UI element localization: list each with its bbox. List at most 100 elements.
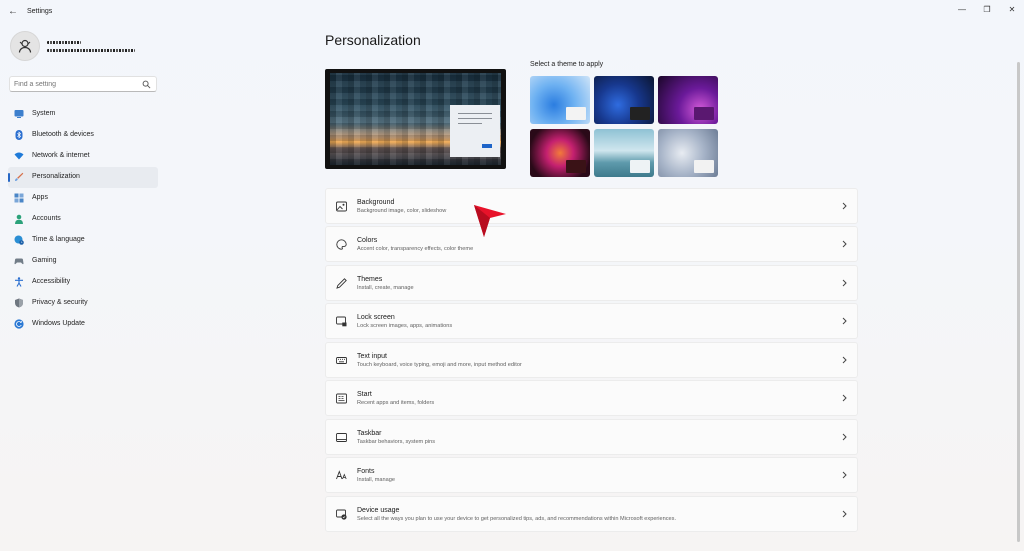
palette-icon — [336, 239, 347, 250]
setting-subtitle: Accent color, transparency effects, colo… — [357, 246, 474, 252]
sidebar-item-accessibility[interactable]: Accessibility — [8, 272, 158, 293]
chevron-right-icon — [842, 279, 847, 287]
globe-clock-icon — [14, 235, 24, 245]
sidebar-item-label: Time & language — [32, 236, 85, 243]
sidebar-item-label: Accessibility — [32, 278, 71, 285]
sidebar-item-label: Accounts — [32, 215, 61, 222]
device-usage-icon — [336, 509, 347, 520]
preview-window-mock — [450, 105, 500, 157]
setting-subtitle: Install, manage — [357, 477, 395, 483]
setting-title: Taskbar — [357, 430, 382, 437]
gamepad-icon — [14, 258, 24, 265]
start-icon — [336, 393, 347, 404]
search-input[interactable] — [14, 79, 140, 90]
apps-icon — [14, 193, 24, 203]
setting-title: Fonts — [357, 468, 375, 475]
sidebar-item-label: Apps — [32, 194, 48, 201]
sidebar-item-label: Windows Update — [32, 320, 85, 327]
sidebar-item-label: Network & internet — [32, 152, 90, 159]
theme-section-label: Select a theme to apply — [530, 61, 604, 68]
redacted-user-email — [47, 49, 135, 52]
bluetooth-icon — [15, 130, 23, 140]
theme-sunrise[interactable] — [658, 129, 718, 177]
sidebar-nav: System Bluetooth & devices Network & int… — [8, 104, 158, 335]
sidebar-item-label: Bluetooth & devices — [32, 131, 94, 138]
scrollbar[interactable] — [1017, 62, 1020, 542]
setting-text-input[interactable]: Text input Touch keyboard, voice typing,… — [325, 342, 858, 378]
setting-themes[interactable]: Themes Install, create, manage — [325, 265, 858, 301]
minimize-button[interactable]: — — [950, 3, 974, 17]
sidebar-item-network[interactable]: Network & internet — [8, 146, 158, 167]
setting-taskbar[interactable]: Taskbar Taskbar behaviors, system pins — [325, 419, 858, 455]
sidebar-item-system[interactable]: System — [8, 104, 158, 125]
person-avatar-icon — [18, 39, 32, 53]
close-button[interactable]: ✕ — [1000, 3, 1024, 17]
setting-subtitle: Install, create, manage — [357, 285, 414, 291]
chevron-right-icon — [842, 471, 847, 479]
sidebar-item-label: Gaming — [32, 257, 57, 264]
setting-subtitle: Background image, color, slideshow — [357, 208, 447, 214]
back-button[interactable]: ← — [6, 5, 20, 19]
update-icon — [14, 319, 24, 329]
red-pointer-arrow-icon — [474, 205, 506, 237]
page-title: Personalization — [325, 32, 421, 48]
sidebar-item-apps[interactable]: Apps — [8, 188, 158, 209]
setting-background[interactable]: Background Background image, color, slid… — [325, 188, 858, 224]
pen-icon — [336, 278, 347, 289]
sidebar-item-personalization[interactable]: Personalization — [8, 167, 158, 188]
setting-subtitle: Lock screen images, apps, animations — [357, 323, 453, 329]
theme-windows-dark[interactable] — [594, 76, 654, 124]
taskbar-icon — [336, 433, 347, 442]
setting-subtitle: Select all the ways you plan to use your… — [357, 516, 677, 522]
setting-title: Start — [357, 391, 372, 398]
setting-device-usage[interactable]: Device usage Select all the ways you pla… — [325, 496, 858, 532]
sidebar-item-gaming[interactable]: Gaming — [8, 251, 158, 272]
sidebar-item-accounts[interactable]: Accounts — [8, 209, 158, 230]
chevron-right-icon — [842, 356, 847, 364]
setting-fonts[interactable]: Fonts Install, manage — [325, 457, 858, 493]
setting-title: Lock screen — [357, 314, 395, 321]
redacted-user-name — [47, 41, 81, 44]
keyboard-icon — [336, 357, 347, 364]
chevron-right-icon — [842, 433, 847, 441]
theme-windows-light[interactable] — [530, 76, 590, 124]
maximize-button[interactable]: ❐ — [975, 3, 999, 17]
chevron-right-icon — [842, 510, 847, 518]
sidebar-item-time-language[interactable]: Time & language — [8, 230, 158, 251]
search-box[interactable] — [9, 76, 157, 92]
setting-colors[interactable]: Colors Accent color, transparency effect… — [325, 226, 858, 262]
setting-lock-screen[interactable]: Lock screen Lock screen images, apps, an… — [325, 303, 858, 339]
fonts-icon — [336, 470, 347, 480]
theme-grid — [530, 76, 720, 178]
image-icon — [336, 201, 347, 212]
setting-title: Background — [357, 199, 395, 206]
chevron-right-icon — [842, 240, 847, 248]
setting-title: Themes — [357, 276, 383, 283]
sidebar-item-label: System — [32, 110, 56, 117]
avatar[interactable] — [10, 31, 40, 61]
setting-title: Device usage — [357, 507, 400, 514]
lock-screen-icon — [336, 316, 347, 327]
theme-captured-motion[interactable] — [530, 129, 590, 177]
setting-start[interactable]: Start Recent apps and items, folders — [325, 380, 858, 416]
app-title: Settings — [27, 8, 53, 15]
setting-subtitle: Touch keyboard, voice typing, emoji and … — [357, 362, 522, 368]
desktop-preview-image — [330, 73, 501, 165]
setting-subtitle: Recent apps and items, folders — [357, 400, 435, 406]
setting-title: Text input — [357, 353, 387, 360]
accessibility-icon — [15, 277, 23, 287]
chevron-right-icon — [842, 202, 847, 210]
title-bar: ← Settings — ❐ ✕ — [0, 0, 1024, 28]
sidebar-item-label: Personalization — [32, 173, 80, 180]
sidebar-item-windows-update[interactable]: Windows Update — [8, 314, 158, 335]
search-icon[interactable] — [142, 80, 151, 89]
wifi-icon — [14, 152, 24, 160]
brush-icon — [15, 172, 24, 181]
sidebar-item-privacy[interactable]: Privacy & security — [8, 293, 158, 314]
theme-flow[interactable] — [594, 129, 654, 177]
theme-glow[interactable] — [658, 76, 718, 124]
sidebar-item-bluetooth[interactable]: Bluetooth & devices — [8, 125, 158, 146]
monitor-icon — [14, 110, 24, 118]
shield-icon — [15, 298, 23, 308]
setting-title: Colors — [357, 237, 378, 244]
